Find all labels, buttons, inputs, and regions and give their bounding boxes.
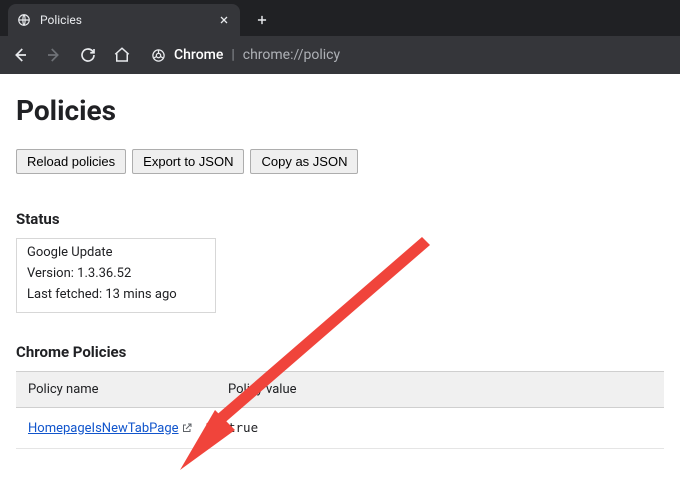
page-title: Policies [16,94,664,127]
browser-toolbar: Chrome | chrome://policy [0,36,680,74]
close-icon[interactable] [216,12,232,28]
policies-table: Policy name Policy value HomepageIsNewTa… [16,371,664,449]
action-button-row: Reload policies Export to JSON Copy as J… [16,149,664,174]
reload-button[interactable] [76,43,100,67]
export-json-button[interactable]: Export to JSON [132,149,244,174]
policy-value-cell: true [216,408,664,449]
copy-json-button[interactable]: Copy as JSON [250,149,358,174]
status-version-value: 1.3.36.52 [77,266,131,281]
col-policy-value: Policy value [216,372,664,408]
address-origin: Chrome [174,47,223,63]
tab-strip: Policies [0,0,680,36]
reload-policies-button[interactable]: Reload policies [16,149,126,174]
chrome-icon [150,47,166,63]
page-content: Policies Reload policies Export to JSON … [0,74,680,500]
table-row: HomepageIsNewTabPage true [16,408,664,449]
address-url: chrome://policy [243,47,340,63]
policy-value-text: true [228,420,258,435]
policy-name-link[interactable]: HomepageIsNewTabPage [28,421,193,436]
globe-icon [16,12,32,28]
policy-name-text: HomepageIsNewTabPage [28,421,179,436]
status-card-title: Google Update [27,245,205,260]
forward-button[interactable] [42,43,66,67]
home-button[interactable] [110,43,134,67]
status-card: Google Update Version: 1.3.36.52 Last fe… [16,238,216,313]
address-separator: | [231,47,234,63]
new-tab-button[interactable] [248,6,276,34]
back-button[interactable] [8,43,32,67]
address-bar[interactable]: Chrome | chrome://policy [150,47,340,63]
browser-tab[interactable]: Policies [8,4,240,36]
status-last-fetched-row: Last fetched: 13 mins ago [27,287,205,302]
external-link-icon [181,422,193,434]
col-policy-name: Policy name [16,372,216,408]
status-version-row: Version: 1.3.36.52 [27,266,205,281]
policies-heading: Chrome Policies [16,343,664,361]
policy-name-cell: HomepageIsNewTabPage [16,408,216,449]
status-version-label: Version: [27,266,74,281]
status-heading: Status [16,210,664,228]
table-header-row: Policy name Policy value [16,372,664,408]
status-last-fetched-value: 13 mins ago [105,287,176,302]
status-last-fetched-label: Last fetched: [27,287,102,302]
tab-title: Policies [40,13,208,27]
